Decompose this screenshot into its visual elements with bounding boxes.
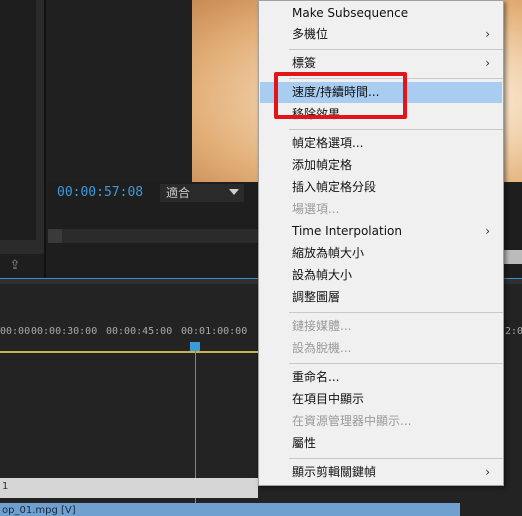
menu-separator [289,49,503,50]
menu-item-label: 設為脫機... [292,341,352,355]
menu-item-label: 標簽 [292,56,317,70]
menu-item-properties[interactable]: 屬性 [260,433,502,454]
clip-label: op_01.mpg [V] [2,505,76,516]
menu-item-label: 插入幀定格分段 [292,180,377,194]
menu-item-label: 在資源管理器中顯示... [292,414,412,428]
menu-item-label: 屬性 [292,436,317,450]
ruler-label: 2:0 [505,326,522,337]
menu-item-multicam[interactable]: 多機位 › [260,24,502,45]
menu-separator [289,458,503,459]
import-icon[interactable]: ⇪ [6,258,24,274]
menu-item-reveal-in-explorer: 在資源管理器中顯示... [260,411,502,432]
menu-separator [289,129,503,130]
menu-item-make-subsequence[interactable]: Make Subsequence [260,3,502,24]
menu-item-time-interpolation[interactable]: Time Interpolation › [260,221,502,242]
ruler-label: 00:00:30:00 [31,326,98,337]
menu-item-label: 鏈接媒體... [292,319,352,333]
menu-item-adjustment-layer[interactable]: 調整圖層 [260,287,502,308]
project-panel-footer [0,240,44,254]
track-header[interactable] [0,478,258,498]
menu-separator [289,363,503,364]
menu-item-field-options: 場選項... [260,199,502,220]
menu-item-show-clip-keyframes[interactable]: 顯示剪輯關鍵幀 › [260,462,502,483]
project-panel-scrollbar[interactable] [36,0,44,240]
ruler-label: 00:00:45:00 [106,326,173,337]
menu-item-insert-frame-hold-segment[interactable]: 插入幀定格分段 [260,177,502,198]
menu-item-label: 設為幀大小 [292,268,353,282]
chevron-right-icon: › [485,224,490,238]
menu-item-label-color[interactable]: 標簽 › [260,53,502,74]
menu-item-set-to-frame-size[interactable]: 設為幀大小 [260,265,502,286]
track-label: 1 [2,481,9,492]
playhead-handle[interactable] [190,342,200,351]
monitor-button[interactable] [503,250,522,264]
chevron-down-icon[interactable] [229,189,239,195]
menu-item-label: Time Interpolation [292,224,402,238]
ruler-label: 00:00 [0,326,31,337]
video-frame-dark [46,0,192,182]
menu-item-link-media: 鏈接媒體... [260,316,502,337]
menu-item-make-offline: 設為脫機... [260,338,502,359]
menu-item-label: 調整圖層 [292,290,341,304]
menu-item-label: 顯示剪輯關鍵幀 [292,465,377,479]
menu-item-label: Make Subsequence [292,6,409,20]
chevron-right-icon: › [485,27,490,41]
chevron-right-icon: › [485,56,490,70]
menu-item-scale-to-frame-size[interactable]: 縮放為幀大小 [260,243,502,264]
menu-item-label: 幀定格選項... [292,136,364,150]
menu-item-label: 多機位 [292,27,329,41]
menu-item-label: 添加幀定格 [292,158,353,172]
menu-item-add-frame-hold[interactable]: 添加幀定格 [260,155,502,176]
menu-item-label: 場選項... [292,202,340,216]
menu-item-frame-hold-options[interactable]: 幀定格選項... [260,133,502,154]
menu-separator [289,312,503,313]
chevron-right-icon: › [485,465,490,479]
playhead-timecode[interactable]: 00:00:57:08 [57,185,143,200]
monitor-scrollbar-thumb[interactable] [48,229,62,243]
menu-item-label: 重命名... [292,370,340,384]
menu-item-reveal-in-project[interactable]: 在項目中顯示 [260,389,502,410]
monitor-scrollbar[interactable] [48,229,258,243]
annotation-highlight-box [274,72,407,119]
work-area-bar[interactable] [0,351,258,353]
menu-item-rename[interactable]: 重命名... [260,367,502,388]
ruler-label: 00:01:00:00 [181,326,248,337]
menu-item-label: 縮放為幀大小 [292,246,365,260]
menu-item-label: 在項目中顯示 [292,392,365,406]
